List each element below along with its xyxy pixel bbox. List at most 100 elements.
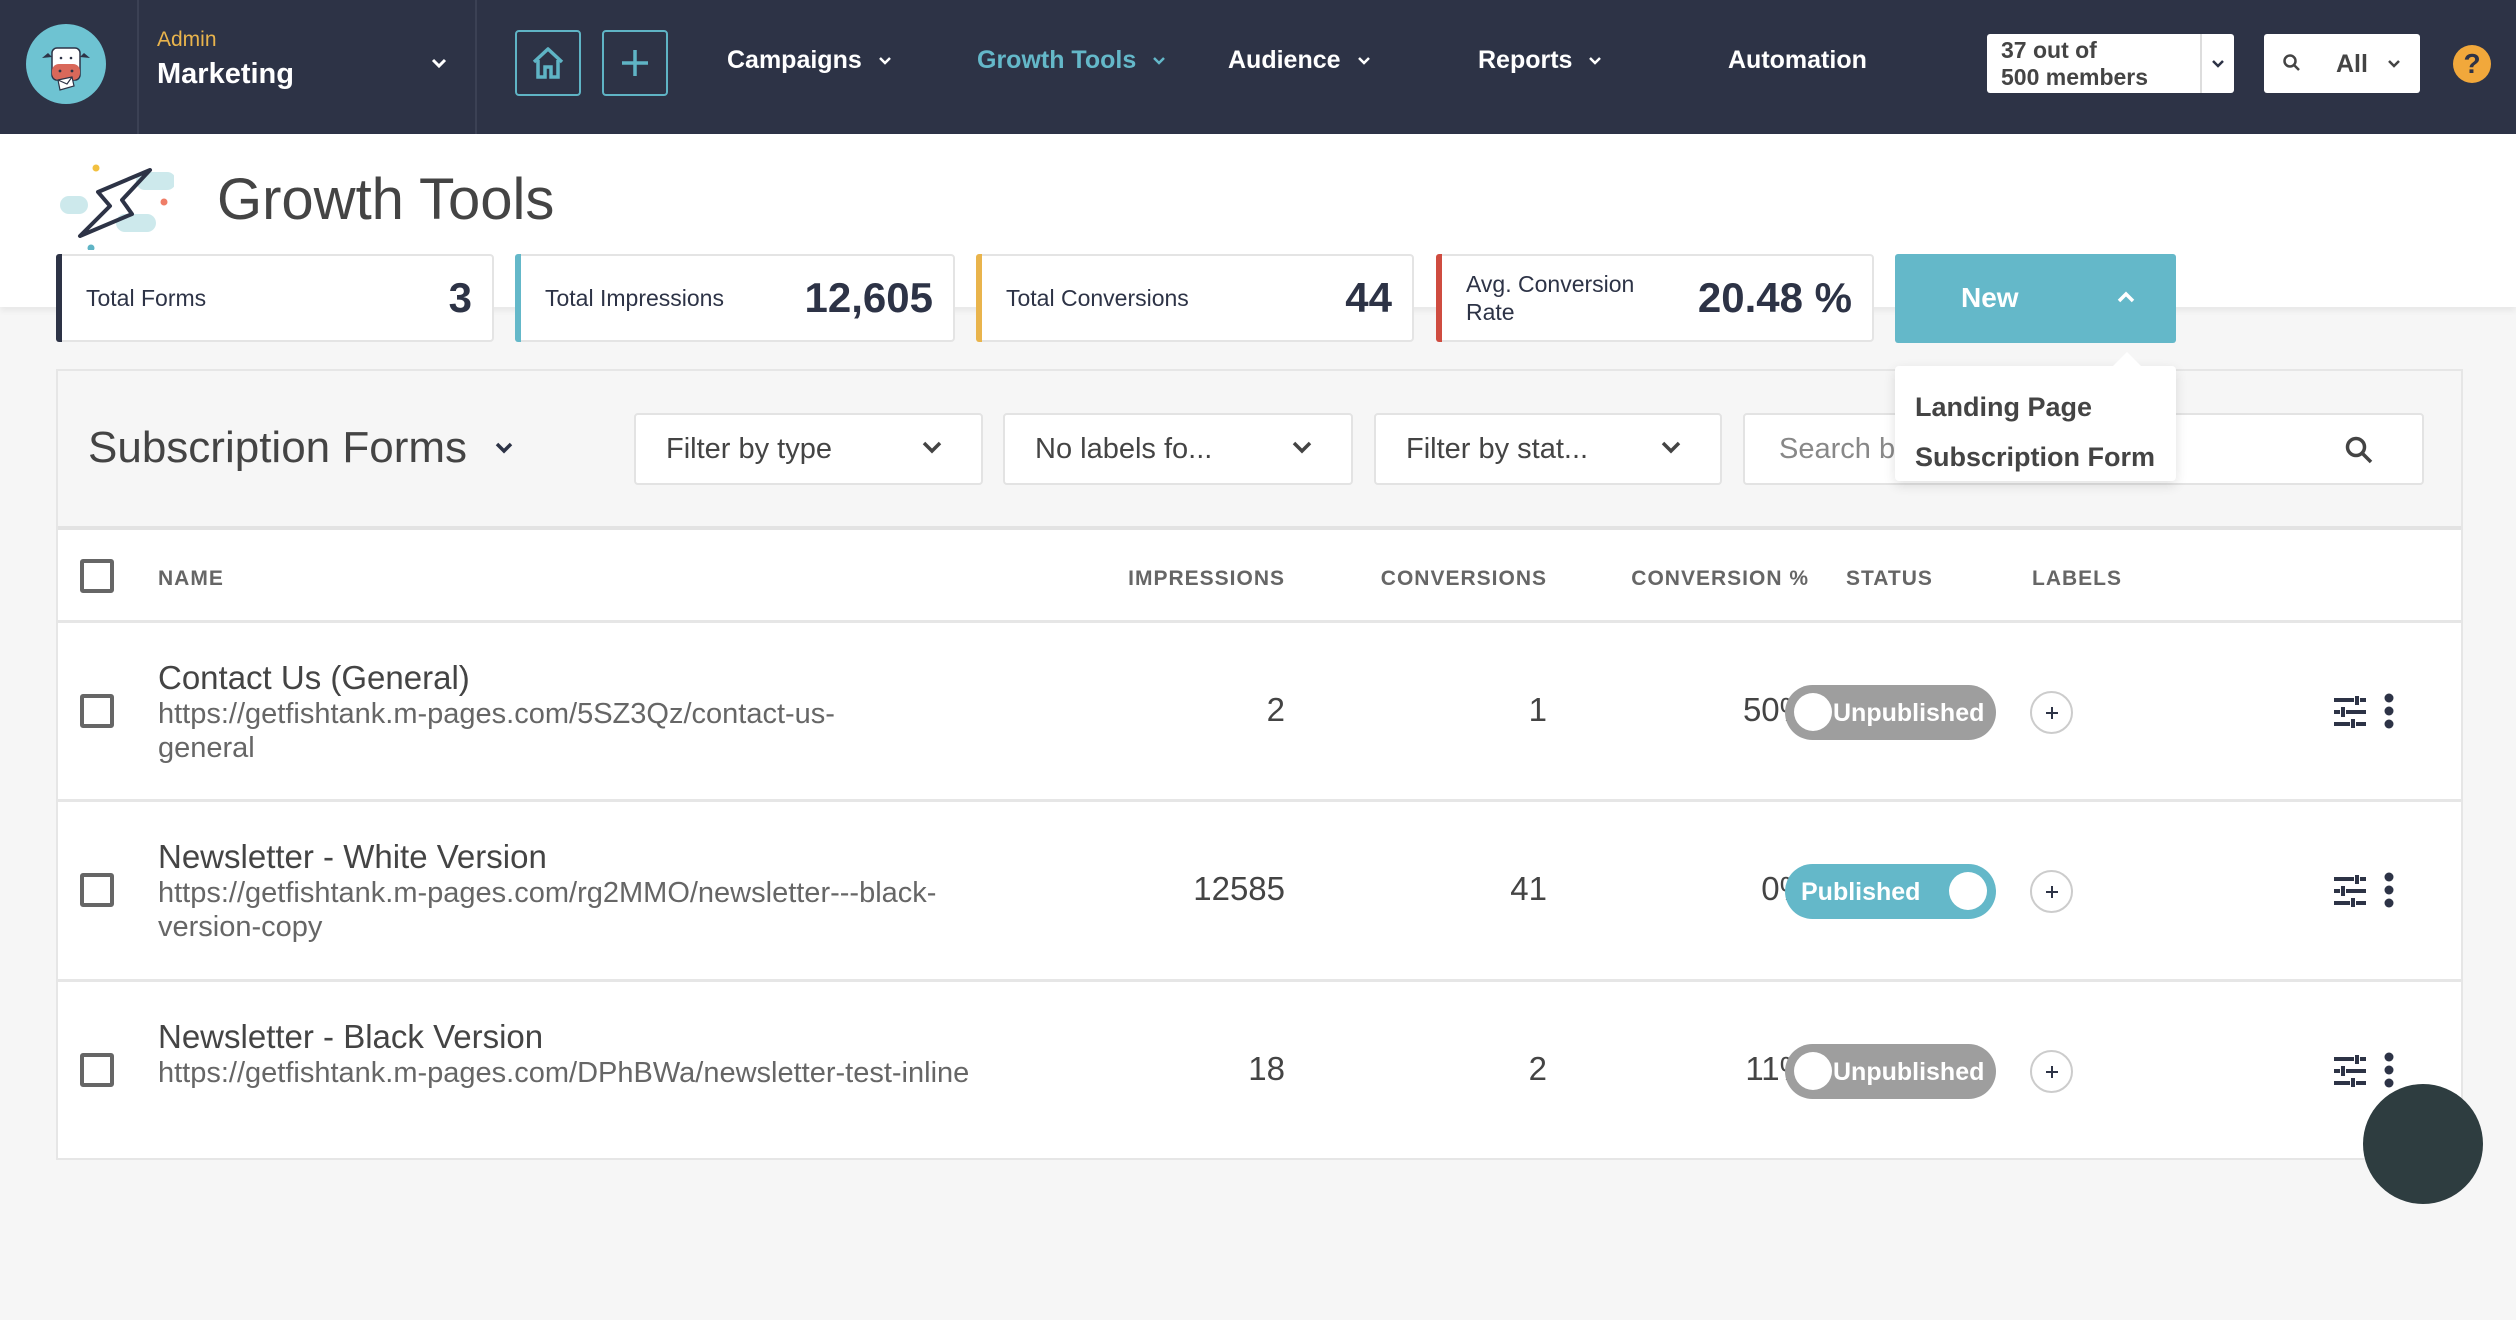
chevron-up-icon bbox=[2117, 291, 2135, 303]
chevron-down-icon bbox=[878, 56, 891, 65]
chevron-down-icon bbox=[495, 442, 513, 454]
row-checkbox[interactable] bbox=[80, 694, 114, 728]
member-count-selector[interactable]: 37 out of 500 members bbox=[1987, 34, 2234, 93]
filter-value: No labels fo... bbox=[1035, 433, 1213, 465]
nav-automation[interactable]: Automation bbox=[1728, 46, 1867, 75]
member-count: 37 out of 500 members bbox=[1987, 34, 2200, 93]
global-search-scope[interactable]: All bbox=[2264, 34, 2420, 93]
column-name[interactable]: NAME bbox=[158, 567, 224, 591]
form-url[interactable]: https://getfishtank.m-pages.com/rg2MMO/n… bbox=[158, 876, 948, 944]
top-navigation-bar: Admin Marketing Campaigns Growth Tools A… bbox=[0, 0, 2516, 134]
status-label: Unpublished bbox=[1833, 699, 1985, 727]
column-labels[interactable]: LABELS bbox=[2032, 567, 2122, 591]
nav-label: Audience bbox=[1228, 46, 1341, 74]
home-icon bbox=[532, 47, 564, 79]
help-icon[interactable]: ? bbox=[2453, 45, 2491, 83]
new-button[interactable]: New bbox=[1895, 254, 2176, 343]
more-options-icon[interactable] bbox=[2383, 693, 2395, 729]
column-impressions[interactable]: IMPRESSIONS bbox=[1128, 567, 1285, 591]
menu-item-subscription-form[interactable]: Subscription Form bbox=[1895, 432, 2176, 482]
form-name[interactable]: Contact Us (General) bbox=[158, 659, 470, 697]
menu-item-landing-page[interactable]: Landing Page bbox=[1895, 382, 2176, 432]
account-switcher[interactable]: Admin Marketing bbox=[157, 28, 294, 91]
form-url[interactable]: https://getfishtank.m-pages.com/DPhBWa/n… bbox=[158, 1056, 978, 1090]
table-row: Newsletter - Black Version https://getfi… bbox=[58, 982, 2461, 1160]
nav-label: Campaigns bbox=[727, 46, 862, 74]
chevron-down-icon bbox=[2212, 59, 2224, 68]
chevron-down-icon bbox=[1661, 441, 1681, 454]
chat-launcher-button[interactable] bbox=[2363, 1084, 2483, 1204]
home-button[interactable] bbox=[515, 30, 581, 96]
filter-by-status[interactable]: Filter by stat... bbox=[1374, 413, 1722, 485]
status-toggle[interactable]: Published bbox=[1785, 864, 1996, 919]
member-count-line2: 500 members bbox=[2001, 64, 2149, 90]
stat-value: 12,605 bbox=[804, 274, 933, 321]
settings-sliders-icon[interactable] bbox=[2332, 874, 2368, 908]
add-label-button[interactable] bbox=[2030, 1050, 2073, 1093]
row-checkbox[interactable] bbox=[80, 1053, 114, 1087]
add-label-button[interactable] bbox=[2030, 870, 2073, 913]
settings-sliders-icon[interactable] bbox=[2332, 695, 2368, 729]
lightning-bolt-icon bbox=[60, 164, 174, 250]
chevron-down-icon bbox=[922, 441, 942, 454]
status-label: Unpublished bbox=[1833, 1058, 1985, 1086]
nav-campaigns[interactable]: Campaigns bbox=[727, 46, 894, 75]
nav-label: Reports bbox=[1478, 46, 1573, 74]
forms-panel: Subscription Forms Filter by type No lab… bbox=[56, 369, 2463, 1160]
filter-by-type[interactable]: Filter by type bbox=[634, 413, 983, 485]
settings-sliders-icon[interactable] bbox=[2332, 1054, 2368, 1088]
filter-by-label[interactable]: No labels fo... bbox=[1003, 413, 1353, 485]
stat-label: Total Impressions bbox=[545, 285, 724, 311]
quick-add-button[interactable] bbox=[602, 30, 668, 96]
nav-label: Growth Tools bbox=[977, 46, 1137, 74]
column-status[interactable]: STATUS bbox=[1846, 567, 1933, 591]
nav-label: Automation bbox=[1728, 46, 1867, 74]
stat-label: Avg. Conversion Rate bbox=[1466, 271, 1635, 325]
cow-mascot-icon[interactable] bbox=[26, 24, 106, 104]
more-options-icon[interactable] bbox=[2383, 1052, 2395, 1088]
chevron-down-icon bbox=[1589, 56, 1602, 65]
chevron-down-icon bbox=[1153, 56, 1166, 65]
member-count-line1: 37 out of bbox=[2001, 37, 2097, 63]
impressions-value: 18 bbox=[1248, 1050, 1285, 1087]
form-name[interactable]: Newsletter - Black Version bbox=[158, 1018, 543, 1056]
stat-total-impressions: Total Impressions 12,605 bbox=[515, 254, 955, 342]
stat-value: 3 bbox=[448, 274, 472, 321]
nav-audience[interactable]: Audience bbox=[1228, 46, 1373, 75]
status-toggle[interactable]: Unpublished bbox=[1785, 1044, 1996, 1099]
more-options-icon[interactable] bbox=[2383, 872, 2395, 908]
conversions-value: 41 bbox=[1510, 870, 1547, 907]
stat-value: 44 bbox=[1345, 274, 1392, 321]
account-role: Admin bbox=[157, 28, 217, 51]
status-toggle[interactable]: Unpublished bbox=[1785, 685, 1996, 740]
impressions-value: 12585 bbox=[1193, 870, 1285, 907]
header-divider bbox=[475, 0, 477, 134]
toggle-knob bbox=[1794, 1052, 1832, 1090]
plus-icon bbox=[2045, 706, 2058, 719]
stat-value: 20.48 % bbox=[1697, 274, 1852, 321]
row-checkbox[interactable] bbox=[80, 873, 114, 907]
table-header: NAME IMPRESSIONS CONVERSIONS CONVERSION … bbox=[58, 530, 2461, 623]
form-url[interactable]: https://getfishtank.m-pages.com/5SZ3Qz/c… bbox=[158, 697, 918, 765]
search-scope-value: All bbox=[2336, 50, 2368, 78]
form-type-selector[interactable]: Subscription Forms bbox=[88, 423, 515, 473]
chevron-down-icon[interactable] bbox=[428, 52, 450, 74]
column-conversions[interactable]: CONVERSIONS bbox=[1381, 567, 1547, 591]
table-row: Newsletter - White Version https://getfi… bbox=[58, 802, 2461, 982]
stat-total-conversions: Total Conversions 44 bbox=[976, 254, 1414, 342]
nav-reports[interactable]: Reports bbox=[1478, 46, 1604, 75]
nav-growth-tools[interactable]: Growth Tools bbox=[977, 46, 1168, 75]
select-all-checkbox[interactable] bbox=[80, 559, 114, 593]
add-label-button[interactable] bbox=[2030, 691, 2073, 734]
filter-value: Filter by stat... bbox=[1406, 433, 1589, 465]
member-count-dropdown[interactable] bbox=[2200, 34, 2234, 93]
stat-avg-conversion-rate: Avg. Conversion Rate 20.48 % bbox=[1436, 254, 1874, 342]
page-title: Growth Tools bbox=[217, 167, 555, 232]
search-icon[interactable] bbox=[2344, 435, 2374, 465]
filter-value: Filter by type bbox=[666, 433, 832, 465]
column-conversion-pct[interactable]: CONVERSION % bbox=[1631, 567, 1809, 591]
form-name[interactable]: Newsletter - White Version bbox=[158, 838, 547, 876]
table-row: Contact Us (General) https://getfishtank… bbox=[58, 623, 2461, 802]
chevron-down-icon bbox=[1292, 441, 1312, 454]
impressions-value: 2 bbox=[1266, 691, 1285, 728]
